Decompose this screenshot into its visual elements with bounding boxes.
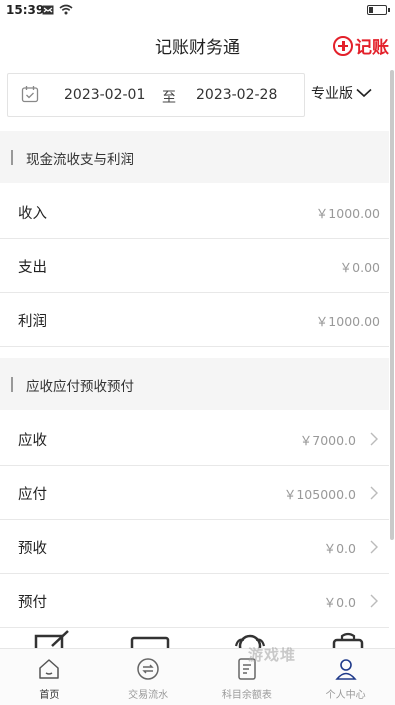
row-advance-paid[interactable]: 预付 ￥0.0: [0, 574, 389, 628]
row-label: 应付: [18, 487, 47, 503]
chevron-right-icon: [370, 540, 378, 554]
version-dropdown[interactable]: 专业版: [311, 83, 372, 103]
row-value: ￥7000.0: [299, 433, 356, 448]
row-label: 预收: [18, 541, 47, 557]
row-label: 收入: [18, 206, 47, 222]
navbar: 记账财务通 记账: [0, 22, 395, 68]
bottom-tab-bar: 首页 交易流水 科目余额表 个人中心: [0, 648, 395, 705]
section-title: 应收应付预收预付: [26, 379, 134, 395]
bag-icon: [332, 632, 364, 648]
calendar-icon: [21, 86, 39, 103]
row-value: ￥1000.00: [315, 314, 380, 329]
plus-circle-icon: [333, 35, 353, 56]
record-button[interactable]: 记账: [333, 33, 389, 58]
tab-label: 首页: [39, 690, 60, 701]
section-header-receivables: 应收应付预收预付: [0, 358, 389, 410]
row-value: ￥0.00: [339, 260, 380, 275]
scrollbar-thumb[interactable]: [390, 70, 394, 540]
date-range-picker[interactable]: 2023-02-01 至 2023-02-28: [7, 73, 305, 117]
mail-icon: [42, 5, 54, 14]
start-date[interactable]: 2023-02-01: [64, 87, 145, 103]
tab-label: 交易流水: [128, 690, 169, 701]
record-button-label: 记账: [355, 38, 389, 58]
status-time: 15:39: [6, 3, 45, 17]
battery-icon: [367, 5, 390, 15]
status-bar: 15:39: [0, 0, 395, 22]
section-marker: [11, 150, 13, 165]
row-receivable[interactable]: 应收 ￥7000.0: [0, 412, 389, 466]
card-icon: [130, 636, 170, 648]
section-title: 现金流收支与利润: [26, 152, 134, 168]
chevron-down-icon: [356, 88, 372, 98]
row-label: 支出: [18, 260, 47, 276]
user-icon: [334, 659, 357, 680]
tab-transactions[interactable]: 交易流水: [99, 649, 198, 705]
row-label: 利润: [18, 314, 47, 330]
date-separator: 至: [162, 90, 176, 106]
chevron-right-icon: [370, 432, 378, 446]
home-icon: [39, 659, 60, 679]
row-expense[interactable]: 支出 ￥0.00: [0, 239, 389, 293]
watermark: 游戏堆: [248, 646, 297, 664]
row-value: ￥1000.00: [315, 206, 380, 221]
row-label: 预付: [18, 595, 47, 611]
row-value: ￥105000.0: [283, 487, 356, 502]
end-date[interactable]: 2023-02-28: [196, 87, 277, 103]
row-value: ￥0.0: [323, 595, 356, 610]
wifi-icon: [59, 4, 73, 15]
edit-icon: [34, 630, 69, 648]
row-advance-received[interactable]: 预收 ￥0.0: [0, 520, 389, 574]
row-label: 应收: [18, 433, 47, 449]
row-payable[interactable]: 应付 ￥105000.0: [0, 466, 389, 520]
section-header-cashflow: 现金流收支与利润: [0, 131, 389, 183]
tab-profile[interactable]: 个人中心: [296, 649, 395, 705]
section-marker: [11, 377, 13, 392]
tab-home[interactable]: 首页: [0, 649, 99, 705]
row-income[interactable]: 收入 ￥1000.00: [0, 185, 389, 239]
status-icons: [42, 4, 73, 15]
row-profit[interactable]: 利润 ￥1000.00: [0, 293, 389, 347]
row-value: ￥0.0: [323, 541, 356, 556]
chevron-right-icon: [370, 486, 378, 500]
tab-label: 个人中心: [325, 690, 366, 701]
tab-label: 科目余额表: [221, 690, 272, 701]
transfer-icon: [137, 658, 159, 680]
chevron-right-icon: [370, 594, 378, 608]
version-label: 专业版: [311, 86, 353, 102]
